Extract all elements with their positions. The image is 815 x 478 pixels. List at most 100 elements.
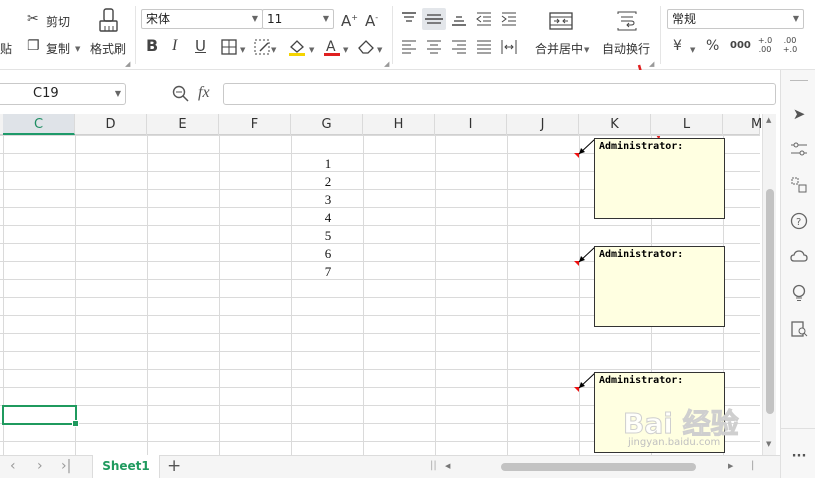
column-header[interactable]: D bbox=[75, 114, 147, 135]
sheet-tab[interactable]: Sheet1 bbox=[92, 455, 160, 478]
cell-value[interactable]: 2 bbox=[292, 173, 364, 191]
align-top-icon[interactable] bbox=[400, 11, 418, 27]
chevron-down-icon: ▼ bbox=[322, 14, 329, 23]
justify-icon[interactable] bbox=[475, 39, 493, 55]
transform-icon[interactable] bbox=[790, 176, 808, 194]
align-center-icon[interactable] bbox=[425, 39, 443, 55]
copy-button[interactable]: 复制 bbox=[46, 40, 70, 57]
more-options-icon[interactable]: ··· bbox=[790, 448, 808, 466]
eraser-icon[interactable] bbox=[357, 38, 375, 54]
vertical-scrollbar[interactable]: ▲ ▼ bbox=[762, 114, 776, 455]
font-color-dropdown-icon[interactable]: ▼ bbox=[343, 42, 348, 58]
merge-center-icon[interactable] bbox=[549, 11, 573, 31]
increase-decimal-icon[interactable]: +.0 .00 bbox=[756, 36, 774, 54]
horizontal-scrollbar[interactable]: ◀ ▶ | bbox=[441, 459, 771, 475]
group-expand-icon[interactable]: ◢ bbox=[384, 60, 389, 68]
horizontal-scroll-thumb[interactable] bbox=[501, 463, 696, 471]
vertical-scroll-thumb[interactable] bbox=[766, 189, 774, 414]
scissors-icon[interactable]: ✂ bbox=[27, 11, 39, 27]
decrease-font-icon[interactable]: A- bbox=[365, 10, 378, 29]
merge-center-button[interactable]: 合并居中 bbox=[535, 40, 583, 57]
cell-value[interactable]: 1 bbox=[292, 155, 364, 173]
column-header[interactable]: L bbox=[651, 114, 723, 135]
font-size-select[interactable]: 11 ▼ bbox=[262, 9, 334, 29]
border-icon[interactable] bbox=[221, 39, 237, 55]
percent-icon[interactable]: % bbox=[706, 38, 719, 54]
cell-value[interactable]: 6 bbox=[292, 245, 364, 263]
last-sheet-icon[interactable]: ›| bbox=[61, 458, 71, 474]
comment-box[interactable]: Administrator: bbox=[594, 246, 725, 327]
sliders-icon[interactable] bbox=[790, 140, 808, 158]
copy-dropdown-icon[interactable]: ▼ bbox=[75, 41, 80, 57]
fx-icon[interactable]: fx bbox=[198, 84, 210, 102]
column-headers: C D E F G H I J K L M bbox=[0, 114, 762, 135]
prev-sheet-icon[interactable]: › bbox=[37, 458, 43, 474]
decrease-indent-icon[interactable] bbox=[475, 11, 493, 27]
cut-button[interactable]: 剪切 bbox=[46, 13, 70, 30]
zoom-search-icon[interactable] bbox=[172, 85, 190, 103]
column-header[interactable]: M bbox=[723, 114, 762, 135]
increase-indent-icon[interactable] bbox=[500, 11, 518, 27]
formula-input[interactable] bbox=[223, 83, 776, 105]
format-painter-button[interactable]: 格式刷 bbox=[90, 40, 126, 57]
paste-button[interactable]: 贴 bbox=[0, 40, 12, 57]
underline-icon[interactable]: U bbox=[195, 38, 206, 54]
group-expand-icon[interactable]: ◢ bbox=[125, 60, 130, 68]
lightbulb-icon[interactable] bbox=[790, 284, 808, 302]
scroll-right-icon[interactable]: ▶ bbox=[728, 462, 733, 470]
book-search-icon[interactable] bbox=[790, 320, 808, 338]
fill-color-icon[interactable] bbox=[287, 37, 307, 57]
increase-font-icon[interactable]: A+ bbox=[341, 10, 358, 29]
column-header[interactable]: I bbox=[435, 114, 507, 135]
scroll-up-icon[interactable]: ▲ bbox=[766, 116, 771, 124]
column-header[interactable]: J bbox=[507, 114, 579, 135]
decrease-decimal-icon[interactable]: .00 +.0 bbox=[781, 36, 799, 54]
fill-pattern-icon[interactable] bbox=[254, 39, 272, 55]
help-icon[interactable]: ? bbox=[790, 212, 808, 230]
wrap-text-button[interactable]: 自动换行 bbox=[602, 40, 650, 57]
backup-cloud-icon[interactable] bbox=[790, 248, 808, 266]
fill-dropdown-icon[interactable]: ▼ bbox=[271, 42, 276, 58]
scroll-left-icon[interactable]: ◀ bbox=[445, 462, 450, 470]
thousands-separator-icon[interactable]: 000 bbox=[730, 38, 751, 54]
eraser-dropdown-icon[interactable]: ▼ bbox=[377, 42, 382, 58]
cell-value[interactable]: 7 bbox=[292, 263, 364, 281]
number-format-select[interactable]: 常规 ▼ bbox=[667, 9, 804, 29]
name-box[interactable]: C19 ▼ bbox=[0, 83, 126, 105]
currency-dropdown-icon[interactable]: ▼ bbox=[690, 42, 695, 58]
cell-value[interactable]: 4 bbox=[292, 209, 364, 227]
bold-icon[interactable]: B bbox=[146, 38, 158, 54]
align-middle-button[interactable] bbox=[422, 8, 446, 30]
column-header[interactable]: G bbox=[291, 114, 363, 135]
distributed-align-icon[interactable] bbox=[500, 38, 518, 56]
split-handle-icon[interactable]: || bbox=[430, 460, 437, 471]
italic-icon[interactable]: I bbox=[172, 38, 177, 54]
font-color-icon[interactable]: A bbox=[322, 37, 342, 57]
fill-color-dropdown-icon[interactable]: ▼ bbox=[309, 42, 314, 58]
column-header[interactable]: C bbox=[3, 114, 75, 135]
cell-value[interactable]: 5 bbox=[292, 227, 364, 245]
cursor-select-icon[interactable]: ➤ bbox=[790, 105, 808, 123]
column-header[interactable]: K bbox=[579, 114, 651, 135]
column-header[interactable]: F bbox=[219, 114, 291, 135]
column-header[interactable]: H bbox=[363, 114, 435, 135]
wrap-text-icon[interactable] bbox=[616, 11, 638, 31]
align-bottom-icon[interactable] bbox=[450, 11, 468, 27]
format-painter-icon[interactable] bbox=[98, 8, 120, 34]
panel-divider bbox=[781, 428, 815, 429]
column-header[interactable]: E bbox=[147, 114, 219, 135]
align-right-icon[interactable] bbox=[450, 39, 468, 55]
resize-handle-icon[interactable]: | bbox=[751, 460, 754, 471]
border-dropdown-icon[interactable]: ▼ bbox=[240, 42, 245, 58]
first-sheet-icon[interactable]: ‹ bbox=[10, 458, 16, 474]
cell-value[interactable]: 3 bbox=[292, 191, 364, 209]
add-sheet-button[interactable]: + bbox=[167, 456, 181, 476]
copy-icon[interactable]: ❐ bbox=[27, 38, 40, 54]
scroll-down-icon[interactable]: ▼ bbox=[766, 440, 771, 448]
merge-dropdown-icon[interactable]: ▼ bbox=[584, 42, 589, 58]
active-cell-cursor[interactable] bbox=[2, 405, 79, 427]
align-left-icon[interactable] bbox=[400, 39, 418, 55]
currency-icon[interactable]: ¥ bbox=[673, 38, 682, 54]
font-name-select[interactable]: 宋体 ▼ bbox=[141, 9, 263, 29]
comment-box[interactable]: Administrator: bbox=[594, 138, 725, 219]
